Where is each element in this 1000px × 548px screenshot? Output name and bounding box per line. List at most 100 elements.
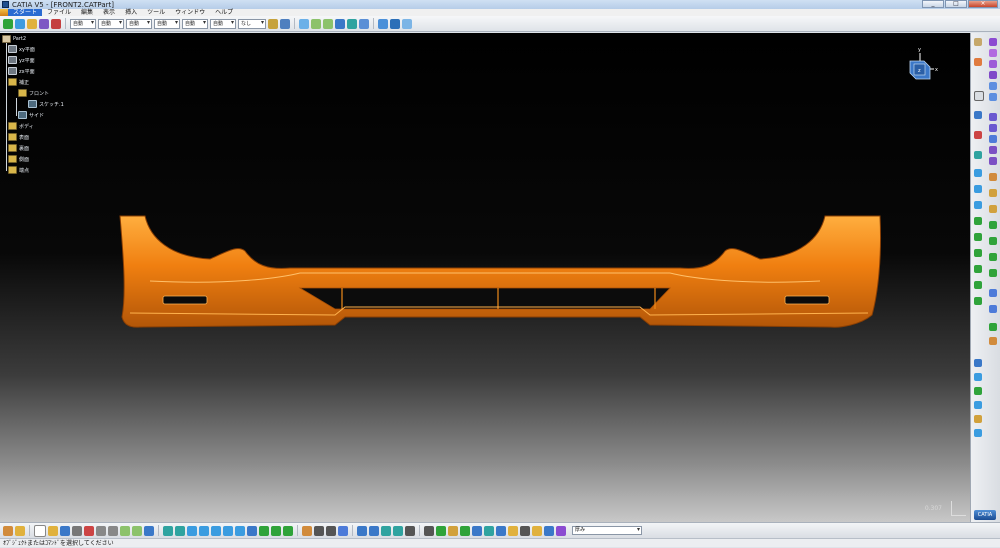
chamfer-icon[interactable] bbox=[989, 189, 997, 197]
boundary-icon[interactable] bbox=[989, 253, 997, 261]
law-bottom-icon[interactable] bbox=[326, 525, 336, 536]
update-bottom-icon[interactable] bbox=[436, 525, 446, 536]
knowledge-bottom-icon[interactable] bbox=[338, 525, 348, 536]
measure-tool-icon[interactable] bbox=[15, 525, 25, 536]
thickness-dropdown[interactable]: 自動 bbox=[126, 18, 152, 29]
quick-view-icon[interactable] bbox=[247, 525, 257, 536]
undo-icon[interactable] bbox=[311, 18, 321, 29]
front-lip-part[interactable] bbox=[0, 33, 970, 522]
catia-menu-logo-icon[interactable] bbox=[0, 9, 8, 16]
point-style-dropdown[interactable]: 自動 bbox=[210, 18, 236, 29]
point-icon[interactable] bbox=[974, 91, 984, 101]
menu-start[interactable]: スタート bbox=[8, 9, 43, 16]
menu-window[interactable]: ウィンドウ bbox=[170, 9, 210, 16]
zoom-in-icon[interactable] bbox=[211, 525, 221, 536]
menu-view[interactable]: 表示 bbox=[98, 9, 120, 16]
box-select-icon[interactable] bbox=[369, 525, 379, 536]
annotation-icon[interactable] bbox=[532, 525, 542, 536]
apply-material-icon[interactable] bbox=[402, 18, 412, 29]
zoom-out-icon[interactable] bbox=[223, 525, 233, 536]
polygon-select-icon[interactable] bbox=[393, 525, 403, 536]
knowledge-icon[interactable] bbox=[390, 18, 400, 29]
rule-icon[interactable] bbox=[974, 401, 982, 409]
design-table-icon[interactable] bbox=[314, 525, 324, 536]
menu-edit[interactable]: 編集 bbox=[76, 9, 98, 16]
line-type-dropdown[interactable]: 自動 bbox=[70, 18, 96, 29]
measure-icon[interactable] bbox=[347, 18, 357, 29]
menu-tools[interactable]: ツール bbox=[142, 9, 170, 16]
free-select-icon[interactable] bbox=[405, 525, 415, 536]
apply-icon[interactable] bbox=[460, 525, 470, 536]
translate-icon[interactable] bbox=[989, 205, 997, 213]
image-capture-icon[interactable] bbox=[448, 525, 458, 536]
open-file-icon[interactable] bbox=[48, 525, 58, 536]
revolve-icon[interactable] bbox=[989, 49, 997, 57]
new-file-icon[interactable] bbox=[34, 524, 46, 537]
pan-view-icon[interactable] bbox=[187, 525, 197, 536]
dimension-icon[interactable] bbox=[51, 18, 61, 29]
help-icon[interactable] bbox=[144, 525, 154, 536]
trim-icon[interactable] bbox=[989, 135, 997, 143]
snap-icon[interactable] bbox=[27, 18, 37, 29]
sphere-icon[interactable] bbox=[989, 323, 997, 331]
formula-icon[interactable] bbox=[974, 415, 982, 423]
construction-icon[interactable] bbox=[39, 18, 49, 29]
check-icon[interactable] bbox=[484, 525, 494, 536]
swap-space-icon[interactable] bbox=[283, 525, 293, 536]
fit-all-icon[interactable] bbox=[175, 525, 185, 536]
3d-viewport[interactable]: Part2 xy平面 yz平面 zx平面 補正 フロント スケッチ.1 サイド bbox=[0, 33, 970, 522]
extract-icon[interactable] bbox=[989, 269, 997, 277]
sketch-tool-icon[interactable] bbox=[974, 58, 982, 66]
tool-palette-icon[interactable] bbox=[556, 525, 566, 536]
paste-icon[interactable] bbox=[108, 525, 118, 536]
split-icon[interactable] bbox=[989, 124, 997, 132]
constraint-icon[interactable] bbox=[974, 373, 982, 381]
style-dropdown[interactable]: 自動 bbox=[182, 18, 208, 29]
redo-bottom-icon[interactable] bbox=[132, 525, 142, 536]
snapshot-icon[interactable] bbox=[424, 525, 434, 536]
pattern-icon[interactable] bbox=[974, 387, 982, 395]
rotate-view-icon[interactable] bbox=[199, 525, 209, 536]
layer-dropdown[interactable]: 自動 bbox=[154, 18, 180, 29]
light-icon[interactable] bbox=[508, 525, 518, 536]
material-dropdown[interactable]: 厚み bbox=[572, 526, 642, 535]
extrapolate-icon[interactable] bbox=[974, 249, 982, 257]
maximize-button[interactable]: □ bbox=[945, 0, 967, 8]
cut-icon[interactable] bbox=[84, 525, 94, 536]
rotate-icon[interactable] bbox=[989, 221, 997, 229]
menu-file[interactable]: ファイル bbox=[42, 9, 76, 16]
formula-bottom-icon[interactable] bbox=[302, 525, 312, 536]
multi-section-icon[interactable] bbox=[989, 82, 997, 90]
fly-mode-icon[interactable] bbox=[163, 525, 173, 536]
properties-icon[interactable] bbox=[280, 18, 290, 29]
connect-bottom-icon[interactable] bbox=[544, 525, 554, 536]
undo-bottom-icon[interactable] bbox=[120, 525, 130, 536]
view-icon[interactable] bbox=[974, 359, 982, 367]
blend-icon[interactable] bbox=[989, 93, 997, 101]
menu-help[interactable]: ヘルプ bbox=[210, 9, 238, 16]
filter-dropdown[interactable]: なし bbox=[238, 18, 266, 29]
line-icon[interactable] bbox=[974, 111, 982, 119]
scaling-icon[interactable] bbox=[989, 237, 997, 245]
symmetry-icon[interactable] bbox=[974, 233, 982, 241]
close-button[interactable]: × bbox=[968, 0, 998, 8]
spline-icon[interactable] bbox=[974, 169, 982, 177]
normal-view-icon[interactable] bbox=[235, 525, 245, 536]
redo-icon[interactable] bbox=[323, 18, 333, 29]
painter-icon[interactable] bbox=[268, 18, 278, 29]
shading-icon[interactable] bbox=[259, 525, 269, 536]
law-icon[interactable] bbox=[974, 281, 982, 289]
projection-icon[interactable] bbox=[974, 151, 982, 159]
curvature-icon[interactable] bbox=[989, 305, 997, 313]
fill-icon[interactable] bbox=[989, 71, 997, 79]
plane-tool-icon[interactable] bbox=[974, 131, 982, 139]
pan-icon[interactable] bbox=[3, 18, 13, 29]
hide-show-icon[interactable] bbox=[271, 525, 281, 536]
parameter-icon[interactable] bbox=[974, 429, 982, 437]
sweep-icon[interactable] bbox=[989, 60, 997, 68]
healing-icon[interactable] bbox=[989, 157, 997, 165]
analysis-icon[interactable] bbox=[989, 289, 997, 297]
near-icon[interactable] bbox=[974, 265, 982, 273]
camera-icon[interactable] bbox=[520, 525, 530, 536]
print-icon[interactable] bbox=[72, 525, 82, 536]
